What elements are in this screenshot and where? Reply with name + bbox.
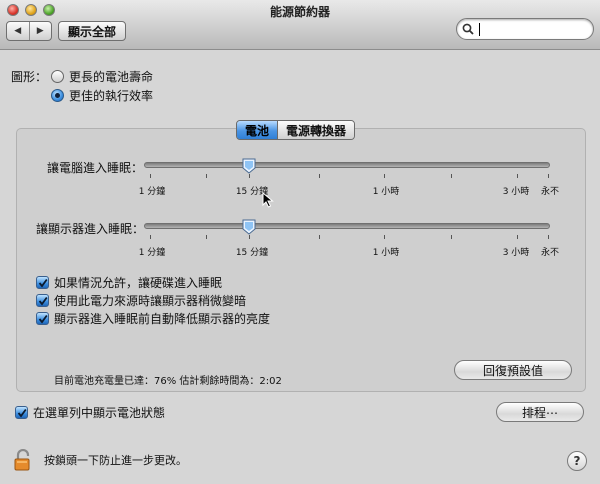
graphics-label: 圖形： (11, 70, 48, 84)
radio-label: 更長的電池壽命 (69, 70, 154, 84)
computer-sleep-slider-thumb[interactable] (242, 158, 256, 174)
back-arrow-icon[interactable]: ◀ (7, 22, 29, 40)
search-field[interactable] (456, 18, 594, 40)
checkbox-show-battery-status[interactable]: 在選單列中顯示電池狀態 (15, 404, 165, 421)
mouse-pointer-icon (262, 192, 274, 208)
checkbox[interactable] (36, 312, 49, 325)
checkbox-label: 如果情況允許，讓硬碟進入睡眠 (54, 276, 223, 290)
tab-battery[interactable]: 電池 (237, 121, 278, 139)
tick-label: 1 分鐘 (138, 248, 166, 258)
checkmark-icon (38, 314, 48, 323)
checkbox-reduce-brightness[interactable]: 顯示器進入睡眠前自動降低顯示器的亮度 (36, 310, 270, 327)
radio-button-selected[interactable] (51, 89, 64, 102)
forward-arrow-icon[interactable]: ▶ (28, 22, 52, 40)
checkmark-icon (17, 408, 27, 417)
tick-label: 3 小時 (502, 187, 530, 197)
checkbox[interactable] (15, 406, 28, 419)
checkmark-icon (38, 296, 48, 305)
tick-label: 15 分鐘 (235, 248, 269, 258)
help-button[interactable]: ? (567, 451, 587, 471)
computer-sleep-label: 讓電腦進入睡眠： (47, 161, 144, 175)
power-source-tabs: 電池 電源轉換器 (236, 120, 356, 140)
checkbox[interactable] (36, 294, 49, 307)
restore-defaults-button[interactable]: 回復預設值 (454, 360, 572, 380)
radio-button[interactable] (51, 70, 64, 83)
checkbox-label: 使用此電力來源時讓顯示器稍微變暗 (54, 294, 247, 308)
lock-icon[interactable] (14, 449, 32, 471)
display-sleep-slider-track[interactable] (144, 223, 550, 229)
search-input[interactable] (477, 21, 587, 37)
tick-label: 1 分鐘 (138, 187, 166, 197)
checkbox[interactable] (36, 276, 49, 289)
schedule-button[interactable]: 排程⋯ (496, 402, 584, 422)
tick-label: 永不 (540, 248, 560, 258)
tick-label: 3 小時 (502, 248, 530, 258)
radio-higher-performance[interactable]: 更佳的執行效率 (51, 87, 153, 104)
display-sleep-slider-thumb[interactable] (242, 219, 256, 235)
checkmark-icon (38, 278, 48, 287)
tick-label: 1 小時 (372, 187, 400, 197)
search-icon (462, 23, 474, 35)
lock-hint-text: 按鎖頭一下防止進一步更改。 (44, 454, 187, 467)
checkbox-hard-disk-sleep[interactable]: 如果情況允許，讓硬碟進入睡眠 (36, 274, 222, 291)
back-forward-control: ◀ ▶ (6, 21, 52, 41)
text-caret (479, 23, 480, 36)
tab-power-adapter[interactable]: 電源轉換器 (277, 121, 355, 139)
computer-sleep-slider-track[interactable] (144, 162, 550, 168)
show-all-button[interactable]: 顯示全部 (58, 21, 126, 41)
display-sleep-label: 讓顯示器進入睡眠： (36, 222, 145, 236)
checkbox-label: 顯示器進入睡眠前自動降低顯示器的亮度 (54, 312, 271, 326)
battery-status-text: 目前電池充電量已達：76% 估計剩餘時間為：2:02 (54, 376, 282, 387)
radio-better-battery-life[interactable]: 更長的電池壽命 (51, 68, 153, 85)
checkbox-label: 在選單列中顯示電池狀態 (33, 406, 166, 420)
checkbox-dim-display[interactable]: 使用此電力來源時讓顯示器稍微變暗 (36, 292, 246, 309)
tick-label: 永不 (540, 187, 560, 197)
radio-label: 更佳的執行效率 (69, 89, 154, 103)
tick-label: 1 小時 (372, 248, 400, 258)
